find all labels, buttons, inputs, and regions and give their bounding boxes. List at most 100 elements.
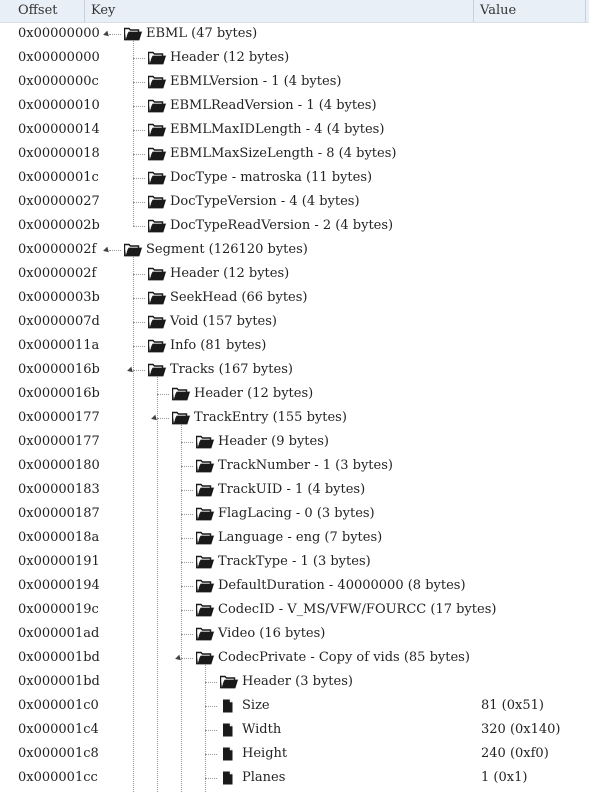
tree-node: Void (157 bytes) (124, 310, 277, 334)
tree-row[interactable]: 0x00000187 FlagLacing - 0 (3 bytes) (0, 502, 589, 526)
row-key-label: TrackUID - 1 (4 bytes) (218, 482, 366, 497)
row-offset: 0x0000003b (18, 290, 100, 305)
row-key-label: Header (9 bytes) (218, 434, 329, 449)
row-offset: 0x0000016b (18, 362, 100, 377)
tree-row[interactable]: 0x0000007d Void (157 bytes) (0, 310, 589, 334)
row-offset: 0x00000187 (18, 506, 100, 521)
tree-connector (172, 622, 196, 646)
tree-row[interactable]: 0x00000180 TrackNumber - 1 (3 bytes) (0, 454, 589, 478)
tree-row[interactable]: 0x00000183 TrackUID - 1 (4 bytes) (0, 478, 589, 502)
row-key-label: TrackNumber - 1 (3 bytes) (218, 458, 393, 473)
tree-row[interactable]: 0x000001c8 Height 240 (0xf0) (0, 742, 589, 766)
tree-row[interactable]: 0x00000018 EBMLMaxSizeLength - 8 (4 bytes… (0, 142, 589, 166)
expand-toggle-icon[interactable] (100, 22, 124, 46)
tree-row[interactable]: 0x0000002f Segment (126120 bytes) (0, 238, 589, 262)
tree-row[interactable]: 0x0000001c DocType - matroska (11 bytes) (0, 166, 589, 190)
tree-row[interactable]: 0x0000000c EBMLVersion - 1 (4 bytes) (0, 70, 589, 94)
tree-node: TrackEntry (155 bytes) (148, 406, 347, 430)
file-icon (220, 771, 238, 785)
row-key-label: TrackEntry (155 bytes) (194, 410, 347, 425)
row-offset: 0x00000010 (18, 98, 100, 113)
row-key-label: DocType - matroska (11 bytes) (170, 170, 373, 185)
folder-icon (148, 51, 166, 65)
folder-icon (196, 435, 214, 449)
row-offset: 0x00000000 (18, 50, 100, 65)
tree-row[interactable]: 0x00000177 Header (9 bytes) (0, 430, 589, 454)
file-icon (220, 699, 238, 713)
row-offset: 0x000001c0 (18, 698, 99, 713)
tree-guide-line (133, 40, 134, 226)
tree-node: Header (12 bytes) (124, 262, 289, 286)
row-key-label: FlagLacing - 0 (3 bytes) (218, 506, 375, 521)
row-key-label: Size (242, 698, 270, 713)
tree-row[interactable]: 0x00000000 Header (12 bytes) (0, 46, 589, 70)
tree-node: EBMLReadVersion - 1 (4 bytes) (124, 94, 377, 118)
tree-connector (124, 334, 148, 358)
row-offset: 0x00000194 (18, 578, 100, 593)
folder-icon (148, 171, 166, 185)
tree-row[interactable]: 0x0000016b Header (12 bytes) (0, 382, 589, 406)
column-header-offset[interactable]: Offset (11, 0, 85, 22)
folder-icon (148, 123, 166, 137)
tree-row[interactable]: 0x0000019c CodecID - V_MS/VFW/FOURCC (17 … (0, 598, 589, 622)
row-key-label: Header (3 bytes) (242, 674, 353, 689)
expand-toggle-icon[interactable] (124, 358, 148, 382)
tree-row[interactable]: 0x00000194 DefaultDuration - 40000000 (8 … (0, 574, 589, 598)
tree-node: DocType - matroska (11 bytes) (124, 166, 372, 190)
tree-row[interactable]: 0x0000002b DocTypeReadVersion - 2 (4 byte… (0, 214, 589, 238)
tree-node: Header (12 bytes) (124, 46, 289, 70)
tree-row[interactable]: 0x000001c4 Width 320 (0x140) (0, 718, 589, 742)
tree-row[interactable]: 0x000001bd CodecPrivate - Copy of vids (8… (0, 646, 589, 670)
tree-row[interactable]: 0x00000010 EBMLReadVersion - 1 (4 bytes) (0, 94, 589, 118)
tree-node: Size (196, 694, 270, 718)
tree-node: SeekHead (66 bytes) (124, 286, 307, 310)
expand-toggle-icon[interactable] (172, 646, 196, 670)
folder-icon (148, 291, 166, 305)
tree-row[interactable]: 0x00000014 EBMLMaxIDLength - 4 (4 bytes) (0, 118, 589, 142)
tree-row[interactable]: 0x00000027 DocTypeVersion - 4 (4 bytes) (0, 190, 589, 214)
tree-row[interactable]: 0x000001cc Planes 1 (0x1) (0, 766, 589, 790)
expand-toggle-icon[interactable] (148, 406, 172, 430)
row-key-label: Header (12 bytes) (170, 266, 290, 281)
tree-node: DefaultDuration - 40000000 (8 bytes) (172, 574, 466, 598)
tree-rows: 0x00000000 EBML (47 bytes) 0x00000000 Heade… (0, 22, 589, 792)
tree-node: EBMLMaxIDLength - 4 (4 bytes) (124, 118, 384, 142)
tree-row[interactable]: 0x00000191 TrackType - 1 (3 bytes) (0, 550, 589, 574)
tree-row[interactable]: 0x000001c0 Size 81 (0x51) (0, 694, 589, 718)
tree-row[interactable]: 0x0000011a Info (81 bytes) (0, 334, 589, 358)
tree-row[interactable]: 0x0000002f Header (12 bytes) (0, 262, 589, 286)
tree-row[interactable]: 0x0000018a Language - eng (7 bytes) (0, 526, 589, 550)
tree-node: TrackType - 1 (3 bytes) (172, 550, 371, 574)
tree-row[interactable]: 0x0000016b Tracks (167 bytes) (0, 358, 589, 382)
tree-connector (172, 502, 196, 526)
row-key-label: EBMLMaxSizeLength - 8 (4 bytes) (170, 146, 397, 161)
tree-connector (124, 46, 148, 70)
row-key-label: Tracks (167 bytes) (170, 362, 293, 377)
expand-toggle-icon[interactable] (100, 238, 124, 262)
row-key-label: EBML (47 bytes) (146, 26, 258, 41)
row-offset: 0x0000002f (18, 242, 97, 257)
tree-row[interactable]: 0x000001ad Video (16 bytes) (0, 622, 589, 646)
tree-connector (196, 718, 220, 742)
row-offset: 0x0000019c (18, 602, 99, 617)
tree-connector (196, 766, 220, 790)
tree-row[interactable]: 0x00000000 EBML (47 bytes) (0, 22, 589, 46)
tree-row[interactable]: 0x00000177 TrackEntry (155 bytes) (0, 406, 589, 430)
tree-node: Language - eng (7 bytes) (172, 526, 382, 550)
tree-row[interactable]: 0x0000003b SeekHead (66 bytes) (0, 286, 589, 310)
folder-icon (196, 555, 214, 569)
tree-node: DocTypeVersion - 4 (4 bytes) (124, 190, 360, 214)
column-header-value[interactable]: Value (474, 0, 586, 22)
row-key-label: EBMLMaxIDLength - 4 (4 bytes) (170, 122, 385, 137)
row-offset: 0x00000177 (18, 434, 100, 449)
tree-node: CodecID - V_MS/VFW/FOURCC (17 bytes) (172, 598, 496, 622)
row-key-label: Height (242, 746, 288, 761)
column-header-key[interactable]: Key (85, 0, 474, 22)
row-offset: 0x00000014 (18, 122, 100, 137)
row-key-label: CodecID - V_MS/VFW/FOURCC (17 bytes) (218, 602, 497, 617)
tree-connector (124, 190, 148, 214)
tree-connector (172, 574, 196, 598)
tree-row[interactable]: 0x000001bd Header (3 bytes) (0, 670, 589, 694)
row-offset: 0x00000000 (18, 26, 100, 41)
file-icon (220, 723, 238, 737)
